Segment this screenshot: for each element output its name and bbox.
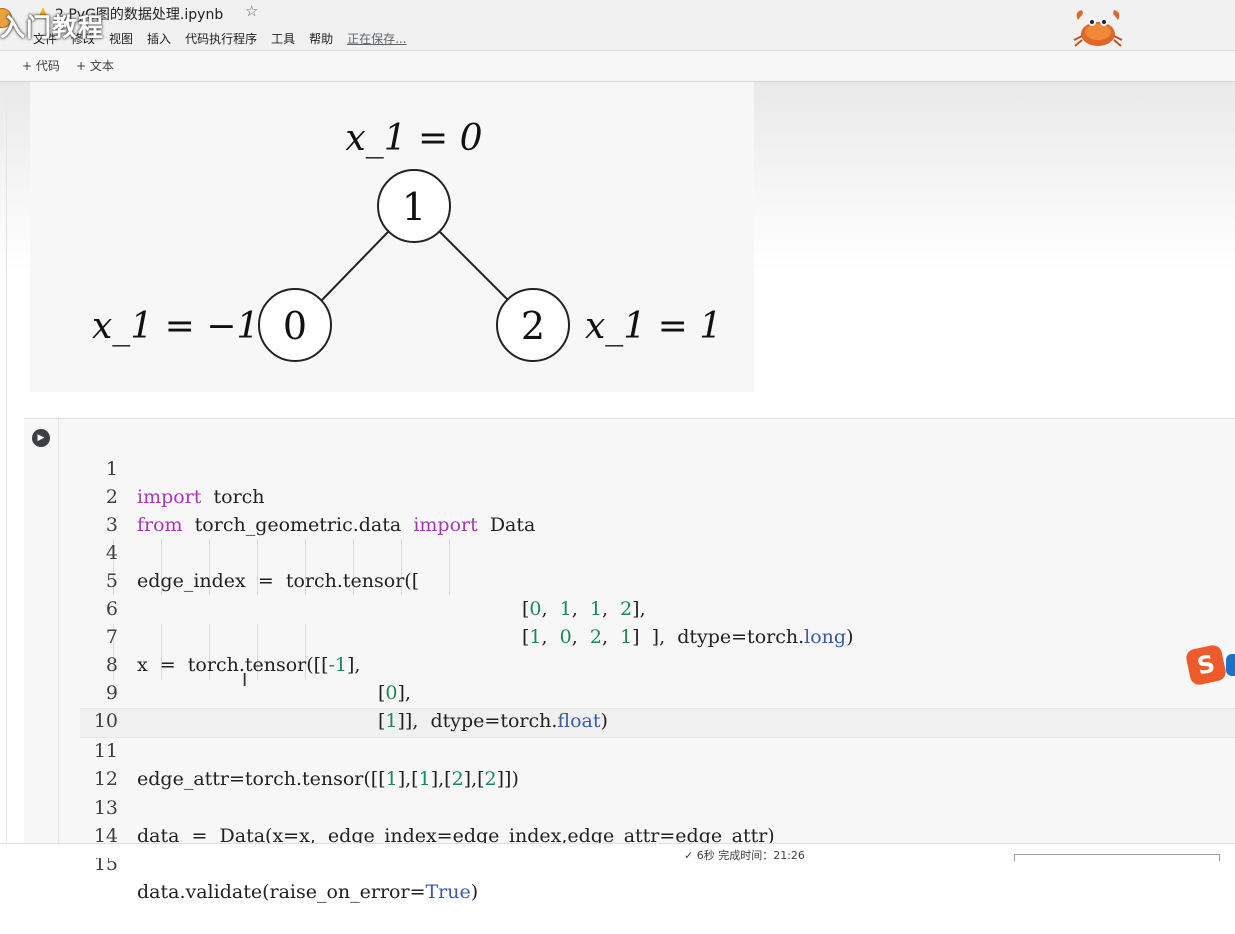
indent-guide	[449, 539, 450, 595]
code-line-text: [0, 1, 1, 2],	[522, 598, 646, 620]
code-line-text: data.validate(raise_on_error=True)	[137, 881, 479, 903]
node-1-id: 1	[402, 185, 426, 229]
watermark-text: 入门教程	[0, 13, 105, 42]
cell-toolbar: + 代码 + 文本	[0, 51, 1235, 82]
add-text-button[interactable]: + 文本	[76, 57, 114, 74]
edge-1-0	[321, 231, 389, 301]
code-line-text: [1, 0, 2, 1] ], dtype=torch.long)	[522, 626, 854, 648]
run-icon[interactable]: ▶	[32, 429, 50, 447]
status-bar: ✓ 6秒 完成时间：21:26	[0, 843, 1235, 862]
code-line: 9 [1]], dtype=torch.float)	[82, 651, 608, 732]
header-bar: ▲ 2.PyG图的数据处理.ipynb ☆ 文件 修改 视图 插入 代码执行程序…	[0, 0, 1235, 51]
code-line-text: x = torch.tensor([[-1],	[137, 654, 361, 676]
menu-view[interactable]: 视图	[109, 30, 133, 47]
code-line: 6 [1, 0, 2, 1] ], dtype=torch.long)	[82, 567, 854, 648]
code-line-text: edge_attr=torch.tensor([[1],[1],[2],[2]]…	[137, 768, 519, 790]
code-cell[interactable]: ▶ 1 import torch 2 from torch_geometric.…	[24, 418, 1235, 903]
code-line: 8 [0],	[82, 623, 411, 704]
code-line: 5 [0, 1, 1, 2],	[82, 539, 646, 620]
current-line-highlight	[80, 708, 1235, 738]
code-line: 7 x = torch.tensor([[-1],	[82, 595, 361, 676]
code-line: 3	[82, 483, 118, 536]
code-line: 13 data = Data(x=x, edge_index=edge_inde…	[82, 766, 775, 847]
sogou-toolbar-edge[interactable]	[1226, 654, 1235, 676]
star-icon[interactable]: ☆	[245, 2, 258, 20]
code-line: 4 edge_index = torch.tensor([	[82, 511, 419, 592]
code-line: 2 from torch_geometric.data import Data	[82, 455, 535, 536]
code-line: 11 edge_attr=torch.tensor([[1],[1],[2],[…	[82, 709, 519, 790]
node-0-id: 0	[283, 304, 307, 348]
code-line: 1 import torch	[82, 427, 265, 508]
code-line: 12	[82, 737, 118, 790]
code-line-text: from torch_geometric.data import Data	[137, 514, 536, 536]
node-2-id: 2	[521, 304, 545, 348]
menu-insert[interactable]: 插入	[147, 30, 171, 47]
code-line-text: [1]], dtype=torch.float)	[378, 710, 608, 732]
code-line-text: import torch	[137, 486, 265, 508]
edge-1-2	[439, 231, 509, 301]
menu-tools[interactable]: 工具	[271, 30, 295, 47]
code-line: 14	[82, 794, 118, 847]
node-2-feature-label: x_1 = 1	[585, 306, 722, 347]
node-1-feature-label: x_1 = 0	[345, 118, 482, 159]
cell-gutter: ▶	[24, 419, 59, 849]
execution-status: ✓ 6秒 完成时间：21:26	[684, 849, 805, 862]
node-0-feature-label: x_1 = −1	[92, 306, 259, 347]
status-panel-edge	[1014, 854, 1220, 861]
code-line: 10	[82, 679, 118, 732]
add-code-button[interactable]: + 代码	[22, 57, 60, 74]
code-line-text: edge_index = torch.tensor([	[137, 570, 420, 592]
menu-runtime[interactable]: 代码执行程序	[185, 30, 257, 47]
menu-help[interactable]: 帮助	[309, 30, 333, 47]
code-line-text: [0],	[378, 682, 411, 704]
text-cursor-icon: I	[242, 670, 248, 691]
save-status: 正在保存...	[347, 32, 407, 46]
graph-figure: 1 0 2 x_1 = 0 x_1 = −1 x_1 = 1	[92, 118, 722, 362]
crab-icon	[1073, 10, 1123, 47]
